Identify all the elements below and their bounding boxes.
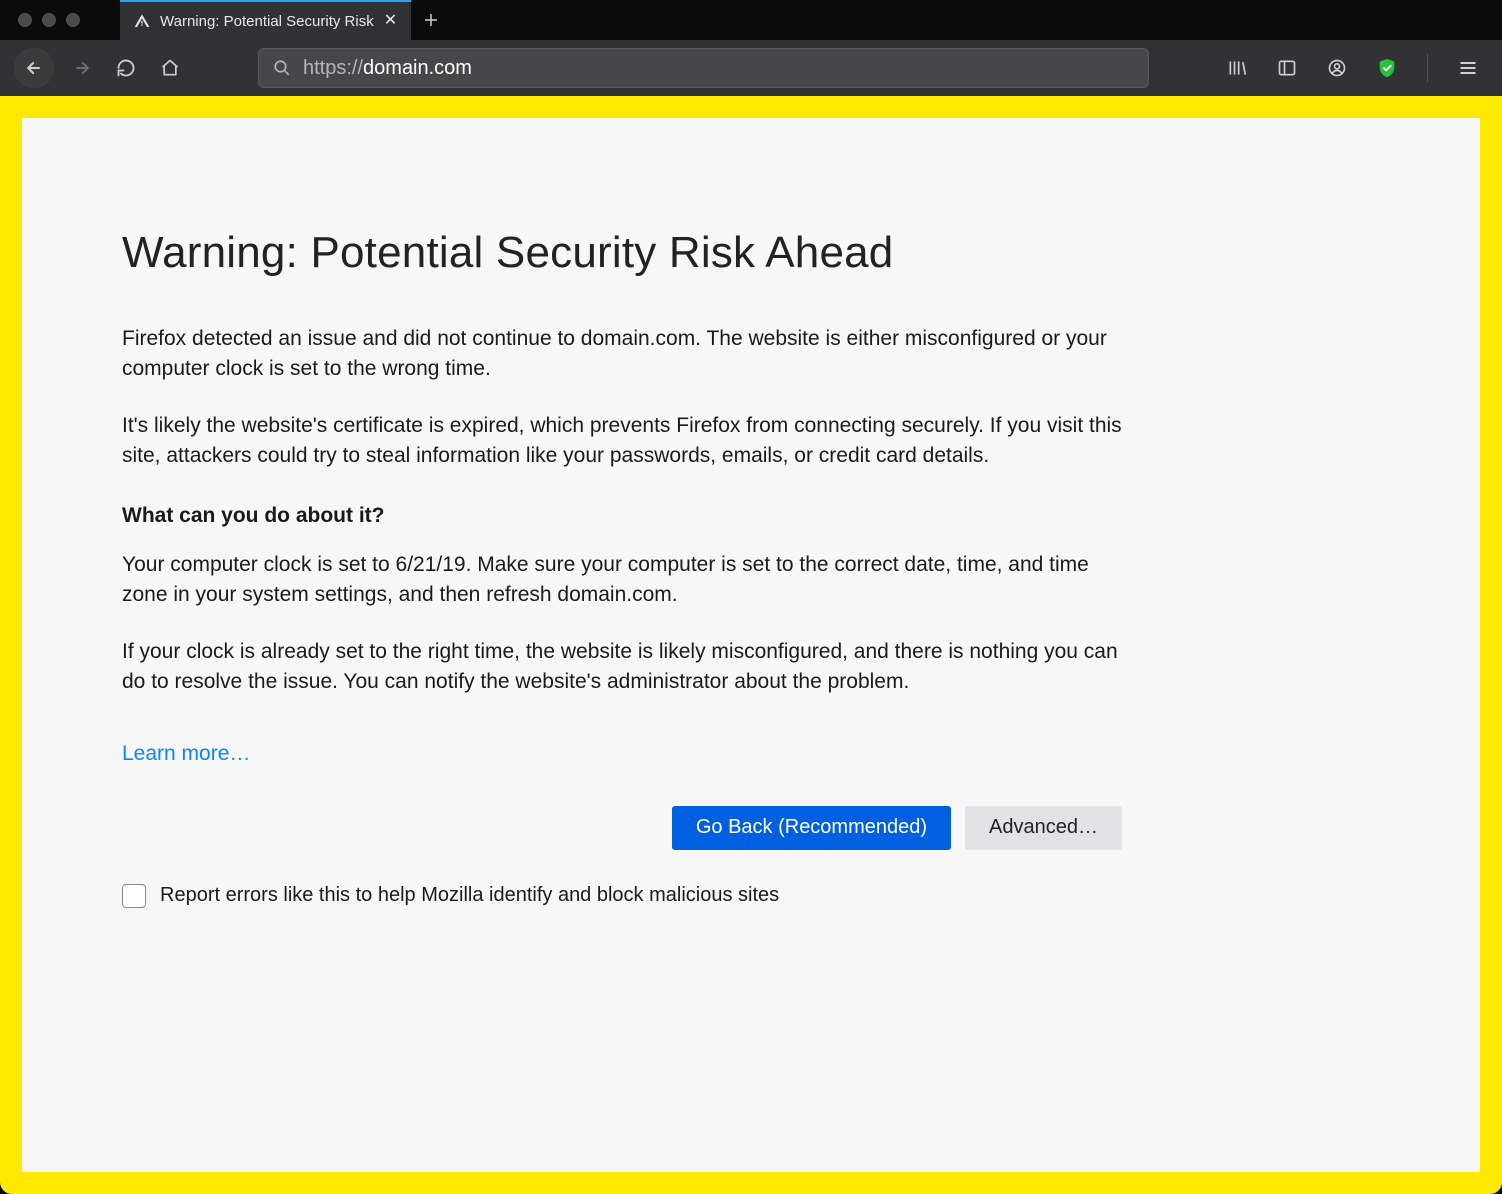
search-icon [273, 59, 291, 77]
url-host: domain.com [363, 57, 472, 79]
window-zoom-dot[interactable] [66, 13, 80, 27]
tab-close-icon[interactable]: ✕ [384, 13, 397, 29]
report-row: Report errors like this to help Mozilla … [122, 884, 1122, 908]
window-controls [0, 13, 80, 27]
content-viewport: Warning: Potential Security Risk Ahead F… [0, 96, 1502, 1194]
report-label: Report errors like this to help Mozilla … [160, 884, 779, 907]
account-icon[interactable] [1321, 52, 1353, 84]
button-row: Go Back (Recommended) Advanced… [122, 806, 1122, 850]
home-button[interactable] [154, 52, 186, 84]
warning-paragraph-2: It's likely the website's certificate is… [122, 411, 1122, 472]
forward-button[interactable] [66, 52, 98, 84]
url-bar[interactable]: https://domain.com [258, 48, 1149, 88]
warning-paragraph-1: Firefox detected an issue and did not co… [122, 324, 1122, 385]
tabstrip: Warning: Potential Security Risk ✕ [120, 0, 451, 40]
report-checkbox[interactable] [122, 884, 146, 908]
window-minimize-dot[interactable] [42, 13, 56, 27]
reload-button[interactable] [110, 52, 142, 84]
sidebar-icon[interactable] [1271, 52, 1303, 84]
page-title: Warning: Potential Security Risk Ahead [122, 228, 1122, 278]
warning-paragraph-3: Your computer clock is set to 6/21/19. M… [122, 550, 1122, 611]
security-warning-page: Warning: Potential Security Risk Ahead F… [22, 118, 1480, 1172]
library-icon[interactable] [1221, 52, 1253, 84]
url-scheme: https:// [303, 57, 363, 79]
go-back-button[interactable]: Go Back (Recommended) [672, 806, 951, 850]
nav-toolbar: https://domain.com [0, 40, 1502, 96]
tab-title: Warning: Potential Security Risk [160, 13, 374, 30]
subheading: What can you do about it? [122, 504, 1122, 528]
url-text[interactable]: https://domain.com [303, 57, 1134, 80]
browser-window: Warning: Potential Security Risk ✕ [0, 0, 1502, 1194]
protection-shield-icon[interactable] [1371, 52, 1403, 84]
advanced-button[interactable]: Advanced… [965, 806, 1122, 850]
menu-icon[interactable] [1452, 52, 1484, 84]
toolbar-right-icons [1221, 52, 1484, 84]
warning-paragraph-4: If your clock is already set to the righ… [122, 637, 1122, 698]
back-button[interactable] [14, 48, 54, 88]
warning-triangle-icon [134, 13, 150, 29]
learn-more-link[interactable]: Learn more… [122, 742, 250, 766]
titlebar: Warning: Potential Security Risk ✕ [0, 0, 1502, 40]
tab-active[interactable]: Warning: Potential Security Risk ✕ [120, 0, 411, 40]
toolbar-separator [1427, 54, 1428, 82]
new-tab-button[interactable] [411, 0, 451, 40]
window-close-dot[interactable] [18, 13, 32, 27]
